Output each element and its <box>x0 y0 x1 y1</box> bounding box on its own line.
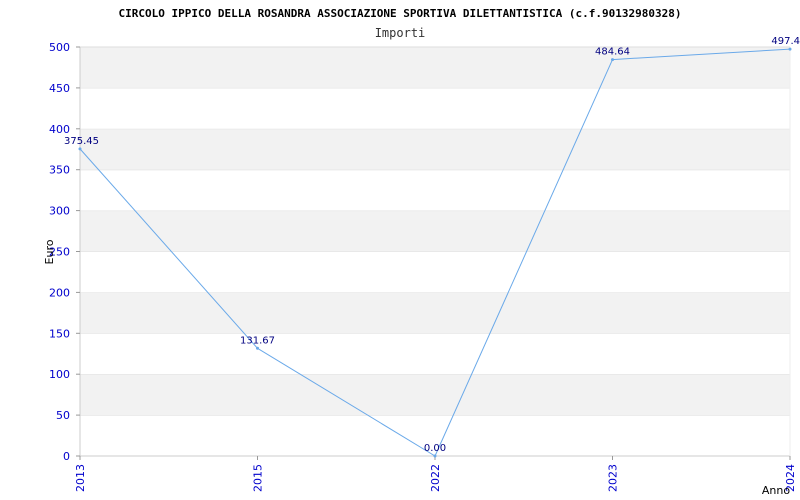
x-tick-label: 2015 <box>252 464 265 492</box>
grid-band <box>80 210 790 252</box>
x-tick-label: 2013 <box>74 464 87 492</box>
data-point <box>78 147 82 151</box>
y-tick-label: 150 <box>49 327 70 340</box>
y-axis-label: Euro <box>43 239 56 264</box>
y-tick-label: 500 <box>49 41 70 54</box>
y-tick-label: 0 <box>63 450 70 463</box>
x-tick-label: 2023 <box>607 464 620 492</box>
line-chart: CIRCOLO IPPICO DELLA ROSANDRA ASSOCIAZIO… <box>43 7 800 497</box>
data-label: 375.45 <box>64 136 99 147</box>
grid-band <box>80 128 790 170</box>
y-tick-label: 100 <box>49 368 70 381</box>
y-tick-label: 450 <box>49 82 70 95</box>
y-tick-label: 400 <box>49 123 70 136</box>
chart-title: CIRCOLO IPPICO DELLA ROSANDRA ASSOCIAZIO… <box>119 7 682 20</box>
data-point <box>788 47 792 51</box>
y-tick-label: 200 <box>49 286 70 299</box>
data-label: 0.00 <box>424 443 446 454</box>
data-point <box>433 454 437 458</box>
y-tick-label: 300 <box>49 205 70 218</box>
grid-band <box>80 292 790 334</box>
grid-bands <box>79 46 791 457</box>
y-tick-label: 350 <box>49 164 70 177</box>
x-axis: 2013 2015 2022 2023 2024 <box>74 456 797 492</box>
grid-band <box>80 333 790 375</box>
data-point <box>611 58 614 62</box>
data-label: 497.4 <box>771 36 800 47</box>
grid-band <box>80 47 790 88</box>
grid-band <box>80 169 790 211</box>
chart-subtitle: Importi <box>375 26 426 40</box>
x-axis-label: Anno <box>762 484 790 497</box>
data-label: 131.67 <box>240 335 275 346</box>
grid-band <box>80 374 790 416</box>
data-point <box>256 346 259 350</box>
x-tick-label: 2022 <box>429 464 442 492</box>
grid-band <box>80 87 790 129</box>
grid-band <box>80 251 790 293</box>
y-tick-label: 50 <box>56 409 70 422</box>
data-label: 484.64 <box>595 47 630 58</box>
